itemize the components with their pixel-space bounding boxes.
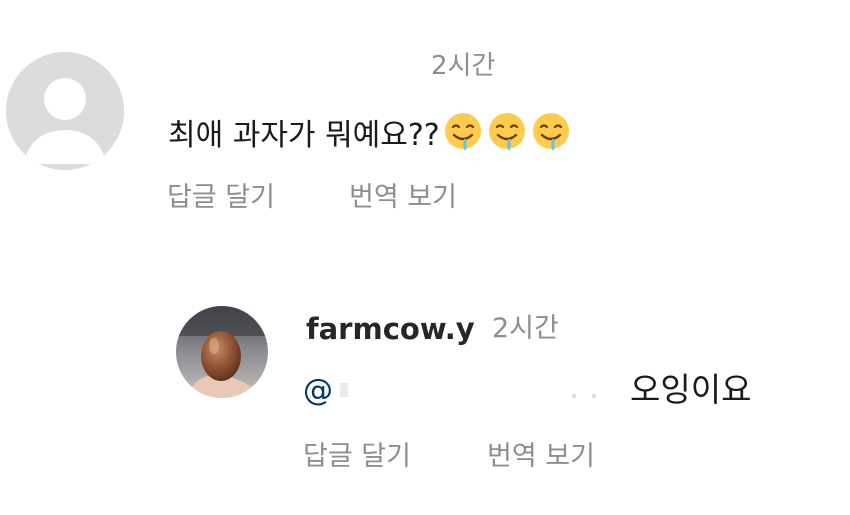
comment-username[interactable]: farmcow.y: [306, 309, 475, 349]
comment-body: 최애 과자가 뭐예요??: [168, 118, 440, 153]
avatar[interactable]: [176, 306, 268, 398]
comment-text: 최애 과자가 뭐예요??: [168, 110, 572, 154]
egg-snack-photo: [176, 306, 268, 398]
drooling-face-icon: [442, 111, 484, 153]
reply-button[interactable]: 답글 달기: [167, 179, 275, 217]
mention-tag[interactable]: @: [303, 371, 333, 411]
translate-button[interactable]: 번역 보기: [349, 179, 457, 217]
comment-timestamp: 2시간: [431, 51, 496, 81]
redacted-username: [340, 380, 605, 402]
user-silhouette-icon: [6, 52, 124, 170]
drooling-face-icon: [486, 111, 528, 153]
translate-button[interactable]: 번역 보기: [487, 438, 595, 476]
reply-button[interactable]: 답글 달기: [303, 438, 411, 476]
comment-timestamp: 2시간: [492, 313, 559, 344]
comment-body: 오잉이요: [630, 370, 752, 409]
drooling-face-icon: [530, 111, 572, 153]
default-avatar[interactable]: [6, 52, 124, 170]
